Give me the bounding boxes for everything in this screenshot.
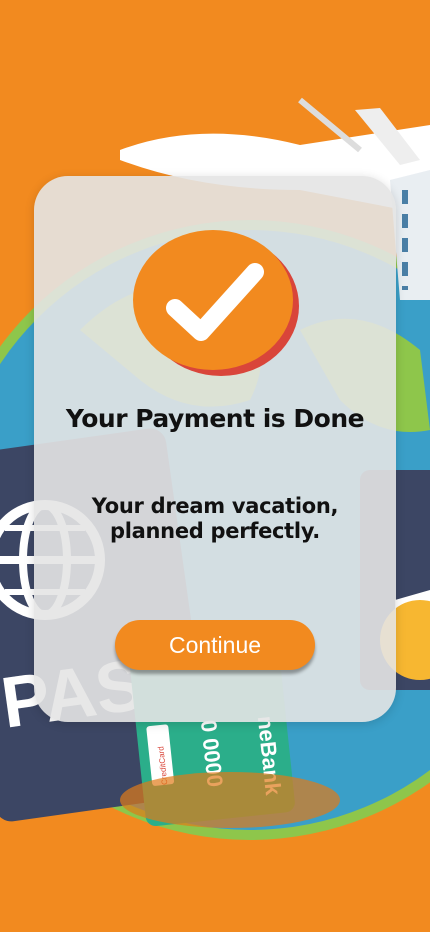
- page-subtitle: Your dream vacation, planned perfectly.: [91, 494, 339, 543]
- payment-success-card: Your Payment is Done Your dream vacation…: [34, 176, 396, 722]
- page-title: Your Payment is Done: [65, 404, 365, 433]
- continue-button[interactable]: Continue: [115, 620, 315, 670]
- checkmark-icon: [133, 230, 299, 376]
